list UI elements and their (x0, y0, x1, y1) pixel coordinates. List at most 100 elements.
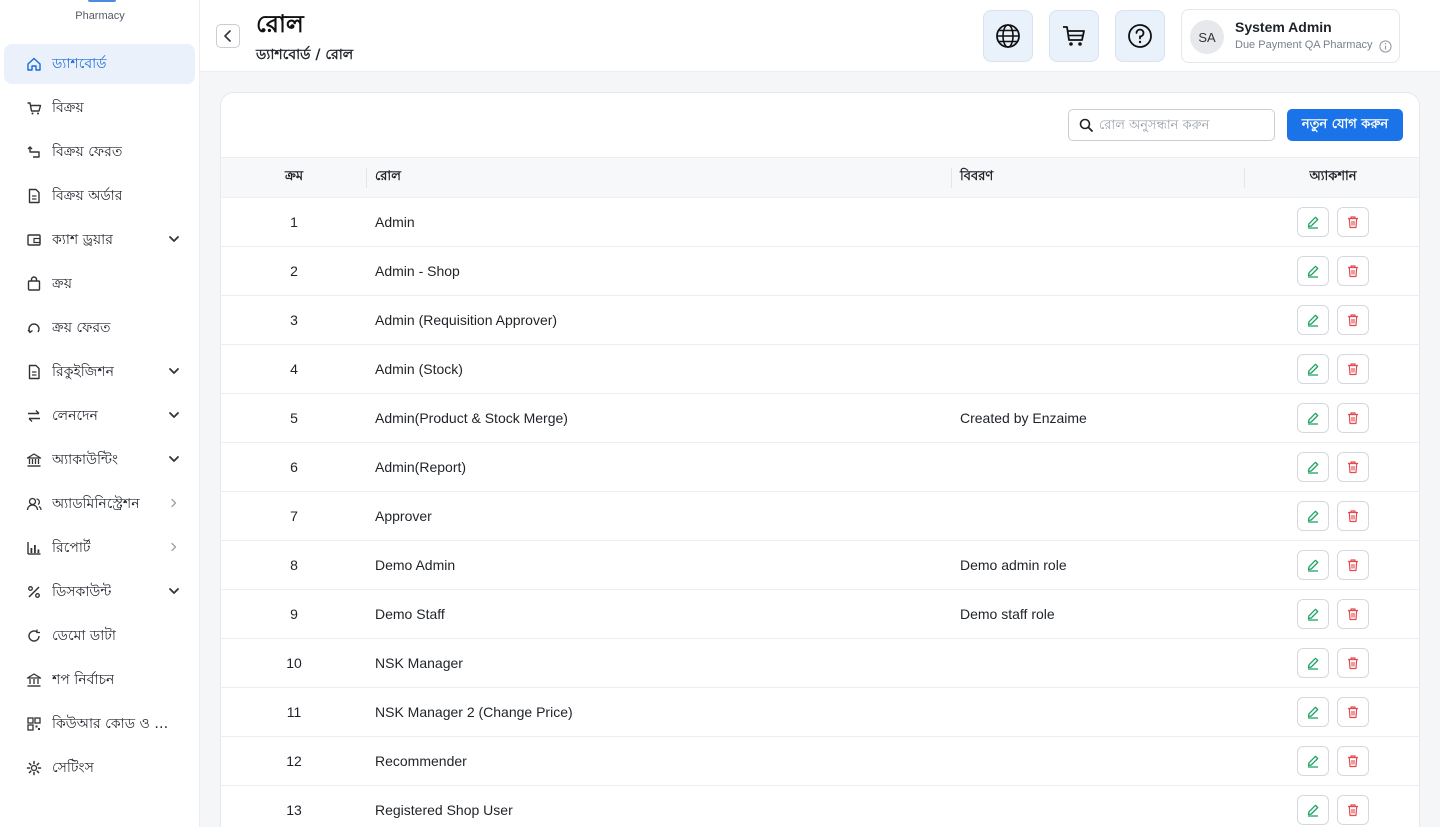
help-button[interactable] (1115, 10, 1165, 62)
chevron-left-icon (224, 30, 231, 42)
edit-button[interactable] (1297, 746, 1329, 776)
cell-serial: 1 (290, 214, 298, 230)
sidebar-item[interactable]: রিপোর্ট (4, 528, 195, 568)
wallet-icon (26, 232, 42, 248)
sidebar-item[interactable]: ড্যাশবোর্ড (4, 44, 195, 84)
sidebar-item[interactable]: সেটিংস (4, 748, 195, 788)
chevron-down-icon (169, 368, 179, 374)
column-label: বিবরণ (960, 169, 994, 184)
chevron-down-icon (169, 236, 179, 242)
delete-button[interactable] (1337, 354, 1369, 384)
column-header-description[interactable]: বিবরণ (952, 157, 1245, 198)
roles-card: নতুন যোগ করুন ক্রম রোল বিবরণ অ্যাকশান 1 A… (220, 92, 1420, 827)
search-input[interactable] (1099, 117, 1259, 133)
edit-button[interactable] (1297, 403, 1329, 433)
sidebar-item[interactable]: ক্রয় ফেরত (4, 308, 195, 348)
delete-button[interactable] (1337, 795, 1369, 825)
column-header-action: অ্যাকশান (1245, 157, 1419, 198)
sidebar-item-label: কিউআর কোড ও মা... (52, 716, 172, 732)
sidebar-item[interactable]: বিক্রয় ফেরত (4, 132, 195, 172)
edit-button[interactable] (1297, 795, 1329, 825)
sidebar-item-label: ক্রয় (52, 276, 72, 292)
delete-button[interactable] (1337, 403, 1369, 433)
cell-serial: 3 (290, 312, 298, 328)
sidebar-item[interactable]: বিক্রয় অর্ডার (4, 176, 195, 216)
add-new-button[interactable]: নতুন যোগ করুন (1287, 109, 1403, 141)
edit-button[interactable] (1297, 256, 1329, 286)
undo-icon (26, 320, 42, 336)
sidebar-item[interactable]: রিকুইজিশন (4, 352, 195, 392)
edit-icon (1307, 706, 1319, 719)
sidebar-item[interactable]: অ্যাকাউন্টিং (4, 440, 195, 480)
delete-button[interactable] (1337, 452, 1369, 482)
bag-icon (26, 276, 42, 292)
sidebar-item[interactable]: ডেমো ডাটা (4, 616, 195, 656)
refresh-icon (26, 628, 42, 644)
bank-icon (26, 452, 42, 468)
sidebar-item[interactable]: ডিসকাউন্ট (4, 572, 195, 612)
edit-icon (1307, 412, 1319, 425)
sidebar-item-label: বিক্রয় ফেরত (52, 144, 123, 160)
sidebar-item[interactable]: ক্রয় (4, 264, 195, 304)
user-menu[interactable]: SA System Admin Due Payment QA Pharmacy (1181, 9, 1400, 63)
edit-icon (1307, 461, 1319, 474)
sidebar-item[interactable]: বিক্রয় (4, 88, 195, 128)
column-label: রোল (375, 169, 401, 184)
cell-role: Admin(Report) (375, 459, 467, 475)
delete-button[interactable] (1337, 648, 1369, 678)
delete-button[interactable] (1337, 501, 1369, 531)
back-button[interactable] (216, 24, 240, 48)
delete-button[interactable] (1337, 697, 1369, 727)
sidebar-item[interactable]: ক্যাশ ড্রয়ার (4, 220, 195, 260)
cell-serial: 4 (290, 361, 298, 377)
page-title: রোল (256, 10, 304, 38)
sidebar-item[interactable]: শপ নির্বাচন (4, 660, 195, 700)
edit-button[interactable] (1297, 697, 1329, 727)
home-icon (26, 56, 42, 72)
search-box[interactable] (1068, 109, 1275, 141)
edit-button[interactable] (1297, 501, 1329, 531)
edit-icon (1307, 216, 1319, 229)
trash-icon (1348, 657, 1358, 670)
edit-button[interactable] (1297, 305, 1329, 335)
cell-actions (1245, 639, 1419, 688)
trash-icon (1348, 804, 1358, 817)
sidebar-item[interactable]: কিউআর কোড ও মা... (4, 704, 195, 744)
edit-button[interactable] (1297, 452, 1329, 482)
cart-button[interactable] (1049, 10, 1099, 62)
sidebar-item[interactable]: অ্যাডমিনিস্ট্রেশন (4, 484, 195, 524)
delete-button[interactable] (1337, 207, 1369, 237)
language-button[interactable] (983, 10, 1033, 62)
qrcode-icon (26, 716, 42, 732)
sidebar-item[interactable]: লেনদেন (4, 396, 195, 436)
cell-actions (1245, 688, 1419, 737)
cell-actions (1245, 198, 1419, 247)
column-header-serial[interactable]: ক্রম (221, 157, 367, 198)
table-row: 3 Admin (Requisition Approver) (221, 296, 1419, 345)
cell-role: Admin(Product & Stock Merge) (375, 410, 568, 426)
avatar: SA (1190, 20, 1224, 54)
column-header-role[interactable]: রোল (367, 157, 952, 198)
sidebar-item-label: ড্যাশবোর্ড (52, 56, 107, 72)
edit-button[interactable] (1297, 207, 1329, 237)
delete-button[interactable] (1337, 256, 1369, 286)
cell-serial: 12 (286, 753, 302, 769)
edit-button[interactable] (1297, 550, 1329, 580)
delete-button[interactable] (1337, 746, 1369, 776)
globe-icon (996, 24, 1020, 48)
edit-button[interactable] (1297, 599, 1329, 629)
cell-actions (1245, 443, 1419, 492)
document-icon (26, 364, 42, 380)
return-icon (26, 144, 42, 160)
delete-button[interactable] (1337, 305, 1369, 335)
edit-button[interactable] (1297, 354, 1329, 384)
trash-icon (1348, 265, 1358, 278)
delete-button[interactable] (1337, 550, 1369, 580)
document-icon (26, 188, 42, 204)
edit-button[interactable] (1297, 648, 1329, 678)
edit-icon (1307, 265, 1319, 278)
cell-serial: 11 (286, 704, 302, 720)
cell-serial: 5 (290, 410, 298, 426)
roles-table: ক্রম রোল বিবরণ অ্যাকশান 1 Admin 2 Admin - S… (221, 157, 1419, 827)
delete-button[interactable] (1337, 599, 1369, 629)
